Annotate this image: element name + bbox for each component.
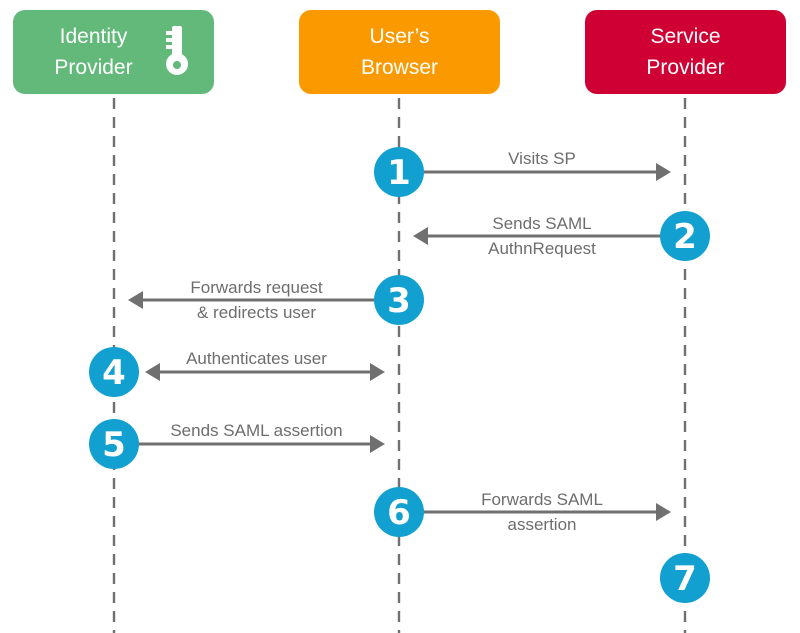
step-number-4: 4: [102, 353, 126, 393]
step-label-2: Sends SAML AuthnRequest: [488, 214, 596, 258]
sequence-flow: 1 2 3 4 5 6 7: [89, 98, 710, 633]
step-label-5: Sends SAML assertion: [170, 421, 343, 440]
step-number-2: 2: [673, 217, 697, 257]
step-label-3: Forwards request & redirects user: [190, 278, 323, 322]
step-number-3: 3: [387, 281, 411, 321]
step-number-5: 5: [102, 425, 126, 465]
step-number-7: 7: [673, 559, 697, 599]
step-label-4: Authenticates user: [186, 349, 327, 368]
step-number-6: 6: [387, 493, 411, 533]
step-label-6: Forwards SAML assertion: [481, 490, 603, 534]
step-number-1: 1: [387, 153, 411, 193]
step-label-1: Visits SP: [508, 149, 576, 168]
